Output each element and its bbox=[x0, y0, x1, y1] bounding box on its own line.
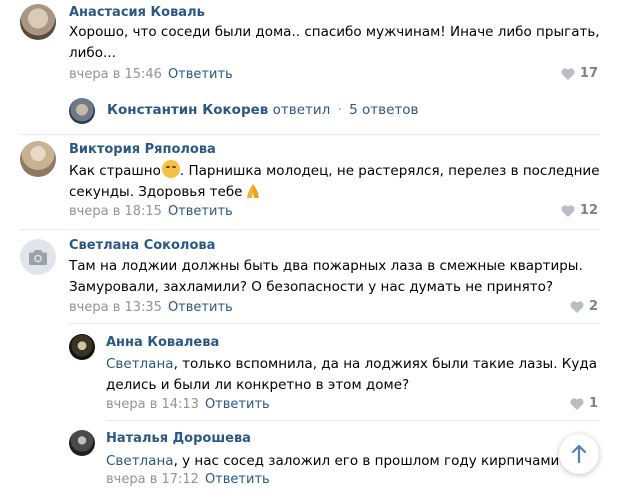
divider bbox=[20, 134, 600, 135]
reply-button[interactable]: Ответить bbox=[168, 204, 233, 219]
reply-time[interactable]: вчера в 17:12 bbox=[106, 472, 199, 487]
like-button[interactable]: 2 bbox=[570, 299, 598, 314]
avatar[interactable] bbox=[20, 4, 56, 40]
like-button[interactable]: 12 bbox=[561, 203, 598, 218]
thread-count[interactable]: 5 ответов bbox=[349, 102, 418, 118]
comment-text: Хорошо, что соседи были дома.. спасибо м… bbox=[69, 24, 600, 61]
reply-text: Светлана, только вспомнила, да на лоджия… bbox=[106, 354, 604, 396]
like-button[interactable]: 17 bbox=[561, 66, 598, 81]
reply-button[interactable]: Ответить bbox=[205, 397, 270, 412]
reply-text-body: , только вспомнила, да на лоджиях были т… bbox=[106, 356, 597, 393]
thread-action: ответил bbox=[272, 102, 331, 118]
avatar[interactable] bbox=[20, 141, 56, 177]
comment-time[interactable]: вчера в 13:35 bbox=[69, 300, 162, 315]
heart-icon bbox=[570, 300, 584, 313]
like-button[interactable]: 1 bbox=[570, 396, 598, 411]
comment-meta: вчера в 15:46 Ответить bbox=[69, 67, 233, 82]
reply-button[interactable]: Ответить bbox=[168, 67, 233, 82]
divider bbox=[20, 229, 600, 230]
heart-icon bbox=[561, 67, 575, 80]
comment-time[interactable]: вчера в 15:46 bbox=[69, 67, 162, 82]
reply-mention[interactable]: Светлана bbox=[106, 453, 174, 469]
reply-meta: вчера в 14:13 Ответить bbox=[106, 397, 270, 412]
scroll-up-button[interactable] bbox=[559, 434, 599, 474]
reply-author[interactable]: Анна Ковалева bbox=[106, 335, 219, 350]
divider bbox=[106, 420, 600, 421]
like-count: 1 bbox=[588, 396, 598, 411]
worried-emoji-icon bbox=[161, 160, 180, 178]
like-count: 17 bbox=[579, 66, 598, 81]
comment-author[interactable]: Анастасия Коваль bbox=[69, 5, 205, 20]
avatar[interactable] bbox=[69, 430, 95, 456]
reply-meta: вчера в 17:12 Ответить bbox=[106, 472, 270, 487]
divider bbox=[69, 323, 600, 324]
pray-emoji-icon bbox=[247, 184, 260, 198]
comment-author[interactable]: Виктория Ряполова bbox=[69, 142, 216, 157]
reply-button[interactable]: Ответить bbox=[205, 472, 270, 487]
thread-summary[interactable]: Константин Кокорев ответил · 5 ответов bbox=[107, 102, 419, 118]
comment-text: Там на лоджии должны быть два пожарных л… bbox=[69, 258, 583, 295]
like-count: 2 bbox=[588, 299, 598, 314]
comment-meta: вчера в 13:35 Ответить bbox=[69, 300, 233, 315]
thread-author[interactable]: Константин Кокорев bbox=[107, 102, 268, 118]
reply-time[interactable]: вчера в 14:13 bbox=[106, 397, 199, 412]
like-count: 12 bbox=[579, 203, 598, 218]
reply-author[interactable]: Наталья Дорошева bbox=[106, 431, 251, 446]
avatar[interactable] bbox=[69, 98, 95, 124]
avatar[interactable] bbox=[69, 334, 95, 360]
reply-button[interactable]: Ответить bbox=[168, 300, 233, 315]
heart-icon bbox=[561, 204, 575, 217]
arrow-up-icon bbox=[571, 445, 587, 463]
comment-text-part: Как страшно bbox=[69, 163, 161, 179]
thread-dot: · bbox=[337, 102, 342, 118]
heart-icon bbox=[570, 397, 584, 410]
reply-text: Светлана, у нас сосед заложил его в прош… bbox=[106, 450, 579, 472]
reply-text-body: , у нас сосед заложил его в прошлом году… bbox=[173, 453, 560, 469]
comment-time[interactable]: вчера в 18:15 bbox=[69, 204, 162, 219]
comment-author[interactable]: Светлана Соколова bbox=[69, 238, 215, 253]
reply-mention[interactable]: Светлана bbox=[106, 356, 174, 372]
avatar[interactable] bbox=[20, 239, 56, 275]
camera-icon bbox=[29, 249, 47, 265]
comment-text: Как страшно. Парнишка молодец, не растер… bbox=[69, 160, 604, 203]
comment-meta: вчера в 18:15 Ответить bbox=[69, 204, 233, 219]
